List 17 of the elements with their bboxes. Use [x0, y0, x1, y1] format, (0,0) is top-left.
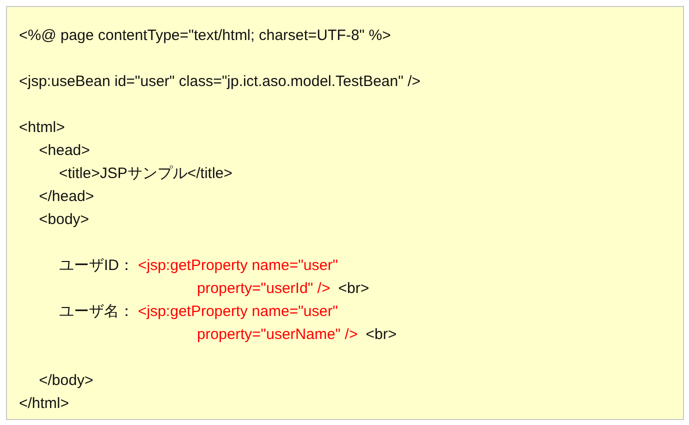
br-tag: <br> [366, 323, 397, 346]
jsp-tag: <jsp:getProperty name="user" [138, 300, 338, 323]
code-line: <jsp:useBean id="user" class="jp.ict.aso.model.TestBean" /> [19, 73, 421, 90]
code-line: <title>JSPサンプル</title> [59, 165, 232, 182]
jsp-tag: property="userName" /> [197, 323, 358, 346]
field-label: ユーザ名： [59, 302, 134, 322]
code-line: <html> [19, 119, 65, 136]
code-line: </body> [39, 372, 94, 389]
code-line: </html> [19, 395, 70, 412]
br-tag: <br> [338, 277, 370, 300]
jsp-tag: <jsp:getProperty name="user" [138, 254, 338, 277]
code-line: <%@ page contentType="text/html; charset=UTF-8" %> [19, 27, 391, 44]
field-label: ユーザID： [59, 256, 134, 276]
code-line: </head> [39, 188, 94, 205]
code-line: <body> [39, 211, 90, 228]
code-line: <head> [39, 142, 90, 159]
jsp-tag: property="userId" /> [197, 277, 330, 300]
